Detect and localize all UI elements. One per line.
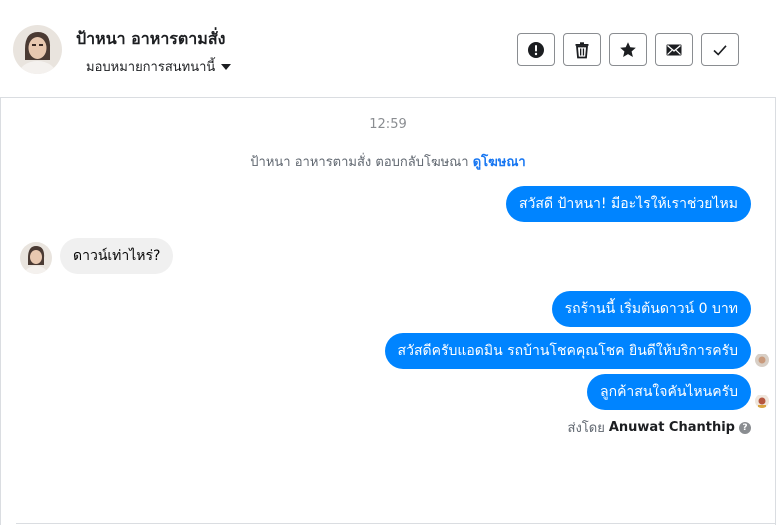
sent-by-prefix: ส่งโดย bbox=[567, 421, 605, 436]
mark-done-button[interactable] bbox=[701, 33, 739, 66]
contact-avatar[interactable] bbox=[13, 25, 62, 74]
check-icon bbox=[713, 44, 727, 56]
ad-reply-text: ป้าหนา อาหารตามสั่ง ตอบกลับโฆษณา bbox=[250, 155, 469, 170]
trash-icon bbox=[575, 41, 589, 58]
assign-conversation-dropdown[interactable]: มอบหมายการสนทนานี้ bbox=[86, 56, 232, 77]
view-ad-link[interactable]: ดูโฆษณา bbox=[473, 155, 526, 170]
envelope-icon bbox=[666, 44, 682, 55]
star-button[interactable] bbox=[609, 33, 647, 66]
help-icon[interactable]: ? bbox=[739, 421, 751, 434]
mark-unread-button[interactable] bbox=[655, 33, 693, 66]
conversation-actions bbox=[517, 33, 739, 66]
message-bubble-incoming: ดาวน์เท่าไหร่? bbox=[60, 238, 174, 274]
sent-by-info: ส่งโดย Anuwat Chanthip ? bbox=[568, 417, 751, 438]
seen-avatar bbox=[755, 353, 769, 367]
report-spam-button[interactable] bbox=[517, 33, 555, 66]
contact-avatar-small[interactable] bbox=[20, 242, 52, 274]
sent-by-name: Anuwat Chanthip bbox=[608, 420, 735, 435]
assign-conversation-label: มอบหมายการสนทนานี้ bbox=[86, 60, 216, 75]
ad-reply-notice: ป้าหนา อาหารตามสั่ง ตอบกลับโฆษณา ดูโฆษณา bbox=[0, 151, 776, 172]
seen-avatar bbox=[755, 394, 769, 408]
message-bubble-outgoing: ลูกค้าสนใจคันไหนครับ bbox=[587, 374, 751, 410]
contact-name: ป้าหนา อาหารตามสั่ง bbox=[76, 29, 226, 48]
delete-button[interactable] bbox=[563, 33, 601, 66]
message-timestamp: 12:59 bbox=[369, 117, 407, 132]
composer-divider bbox=[16, 523, 776, 524]
conversation-header: ป้าหนา อาหารตามสั่ง มอบหมายการสนทนานี้ bbox=[0, 0, 776, 98]
message-bubble-outgoing: สวัสดีครับแอดมิน รถบ้านโชคคุณโชค ยินดีให… bbox=[384, 333, 751, 369]
alert-icon bbox=[528, 41, 544, 58]
message-bubble-outgoing: สวัสดี ป้าหนา! มีอะไรให้เราช่วยไหม bbox=[506, 186, 751, 222]
message-bubble-outgoing: รถร้านนี้ เริ่มต้นดาวน์ 0 บาท bbox=[551, 291, 751, 327]
star-icon bbox=[620, 41, 636, 57]
caret-down-icon bbox=[221, 63, 232, 70]
